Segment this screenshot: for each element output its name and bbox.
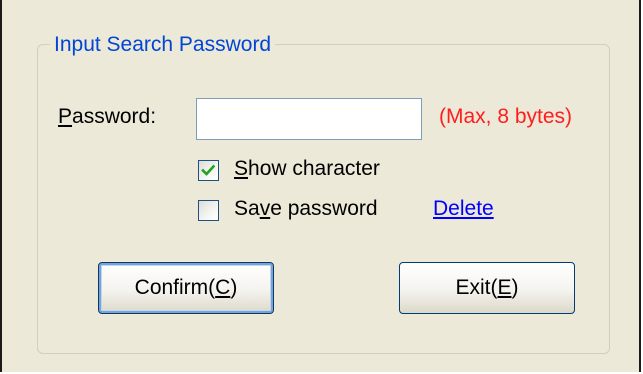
show-character-label[interactable]: Show character [234, 156, 380, 182]
confirm-text-pre: Confirm( [134, 276, 216, 299]
save-password-accelerator: v [259, 197, 271, 220]
password-label: Password: [58, 104, 156, 130]
delete-link[interactable]: Delete [433, 196, 494, 222]
show-character-accelerator: S [234, 157, 249, 180]
confirm-text-post: ) [230, 276, 238, 299]
dialog-window: Input Search Password Password: (Max, 8 … [0, 0, 641, 372]
checkmark-icon [201, 164, 216, 176]
exit-button[interactable]: Exit(E) [399, 262, 575, 314]
save-password-text-post: e password [270, 197, 378, 220]
password-label-accelerator: P [58, 105, 73, 128]
max-length-hint: (Max, 8 bytes) [439, 105, 573, 128]
exit-text-pre: Exit( [455, 276, 498, 299]
save-password-label[interactable]: Save password [234, 196, 378, 222]
show-character-text: how character [248, 157, 380, 180]
save-password-checkbox[interactable] [198, 200, 219, 221]
confirm-accelerator: C [215, 276, 231, 299]
exit-accelerator: E [497, 276, 512, 299]
confirm-button[interactable]: Confirm(C) [98, 262, 274, 314]
password-label-text: assword: [72, 105, 157, 128]
show-character-checkbox[interactable] [198, 160, 219, 181]
save-password-text-pre: Sa [234, 197, 260, 220]
groupbox-title: Input Search Password [50, 32, 276, 58]
exit-text-post: ) [511, 276, 519, 299]
password-input[interactable] [196, 98, 422, 140]
